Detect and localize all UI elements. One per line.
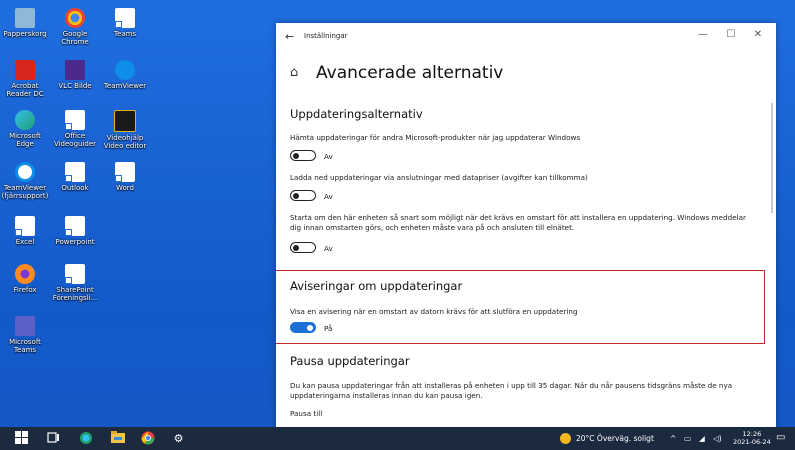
teamviewer-icon [115, 60, 135, 80]
desktop-icon-vlc[interactable]: VLC Bilde [50, 60, 100, 90]
shortcut-icon [65, 216, 85, 236]
wifi-icon[interactable]: ◢ [699, 434, 705, 443]
shortcut-icon [65, 162, 85, 182]
tray-chevron-icon[interactable]: ^ [670, 434, 676, 443]
back-arrow-icon[interactable]: ← [285, 30, 294, 43]
toggle-restart[interactable] [290, 242, 316, 253]
scrollbar[interactable] [771, 103, 773, 213]
teams-icon [15, 316, 35, 336]
notification-icon[interactable]: ▭ [776, 432, 785, 443]
toggle-knob [293, 192, 299, 199]
chrome-icon [65, 8, 85, 28]
chrome-taskbar-icon[interactable] [140, 431, 155, 446]
shortcut-icon [65, 264, 85, 284]
file-explorer-icon[interactable] [110, 431, 125, 446]
toggle-restart-state: Av [324, 244, 333, 253]
desktop-icon-teams[interactable]: Teams [100, 8, 150, 38]
toggle-other-products[interactable] [290, 150, 316, 161]
toggle-knob [293, 152, 299, 159]
windows-start-icon[interactable] [14, 431, 29, 446]
desktop-icon-word[interactable]: Word [100, 162, 150, 192]
clock-date: 2021-06-24 [733, 438, 771, 446]
network-icon[interactable]: ▭ [684, 434, 691, 443]
settings-window: ← Inställningar — ☐ ✕ ⌂ Avancerade alter… [276, 23, 776, 427]
weather-sun-icon [560, 433, 571, 444]
taskbar: ⚙ 20°C Överväg. soligt ^ ▭ ◢ ◁) 12:26 20… [0, 427, 795, 450]
option-notify-text: Visa en avisering när en omstart av dato… [290, 307, 578, 316]
desktop-icon-chrome[interactable]: Google Chrome [50, 8, 100, 46]
vlc-icon [65, 60, 85, 80]
pause-description: Du kan pausa uppdateringar från att inst… [290, 381, 733, 400]
toggle-knob [307, 324, 313, 331]
desktop-icon-office-videoguider[interactable]: Office Videoguider [50, 110, 100, 148]
toggle-other-products-state: Av [324, 152, 333, 161]
recycle-bin-icon [15, 8, 35, 28]
toggle-knob [293, 244, 299, 251]
shortcut-icon [15, 216, 35, 236]
option-restart-text: Starta om den här enheten så snart som m… [290, 213, 747, 232]
task-view-icon[interactable] [46, 431, 61, 446]
home-icon[interactable]: ⌂ [290, 65, 298, 80]
teams-shortcut-icon [115, 8, 135, 28]
desktop-icon-sharepoint[interactable]: SharePoint Föreningsli... [50, 264, 100, 302]
desktop-icon-ms-teams[interactable]: Microsoft Teams [0, 316, 50, 354]
desktop: Papperskorg Google Chrome Teams Acrobat … [0, 0, 270, 420]
maximize-button[interactable]: ☐ [724, 29, 738, 40]
desktop-icon-powerpoint[interactable]: Powerpoint [50, 216, 100, 246]
shortcut-icon [115, 162, 135, 182]
desktop-icon-firefox[interactable]: Firefox [0, 264, 50, 294]
option-other-products-text: Hämta uppdateringar för andra Microsoft-… [290, 133, 581, 142]
clock[interactable]: 12:26 2021-06-24 [733, 430, 771, 446]
minimize-button[interactable]: — [696, 29, 710, 40]
desktop-icon-teamviewer[interactable]: TeamViewer [100, 60, 150, 90]
page-title: Avancerade alternativ [316, 63, 504, 83]
section-title-pause: Pausa uppdateringar [290, 354, 410, 368]
option-metered-text: Ladda ned uppdateringar via anslutningar… [290, 173, 588, 182]
video-editor-icon [114, 110, 136, 132]
section-title-notifications: Aviseringar om uppdateringar [290, 279, 463, 293]
teamviewer-icon [15, 162, 35, 182]
toggle-metered[interactable] [290, 190, 316, 201]
app-title: Inställningar [304, 32, 348, 40]
acrobat-icon [15, 60, 35, 80]
toggle-notify-state: På [324, 324, 333, 333]
title-bar: ← Inställningar — ☐ ✕ [276, 23, 776, 51]
toggle-metered-state: Av [324, 192, 333, 201]
desktop-icon-excel[interactable]: Excel [0, 216, 50, 246]
volume-icon[interactable]: ◁) [713, 434, 722, 443]
close-button[interactable]: ✕ [751, 29, 765, 40]
desktop-icon-outlook[interactable]: Outlook [50, 162, 100, 192]
desktop-icon-teamviewer-support[interactable]: TeamViewer (fjärrsupport) [0, 162, 50, 200]
weather-text[interactable]: 20°C Överväg. soligt [576, 434, 654, 443]
edge-icon [15, 110, 35, 130]
desktop-icon-video-editor[interactable]: Videohjälp Video editor [100, 110, 150, 150]
settings-gear-icon[interactable]: ⚙ [171, 431, 186, 446]
pause-until-label: Pausa till [290, 409, 323, 418]
shortcut-icon [65, 110, 85, 130]
toggle-notify[interactable] [290, 322, 316, 333]
edge-taskbar-icon[interactable] [78, 431, 93, 446]
firefox-icon [15, 264, 35, 284]
desktop-icon-acrobat[interactable]: Acrobat Reader DC [0, 60, 50, 98]
desktop-icon-recycle-bin[interactable]: Papperskorg [0, 8, 50, 38]
section-title-update-options: Uppdateringsalternativ [290, 107, 423, 121]
desktop-icon-edge[interactable]: Microsoft Edge [0, 110, 50, 148]
clock-time: 12:26 [742, 430, 762, 438]
